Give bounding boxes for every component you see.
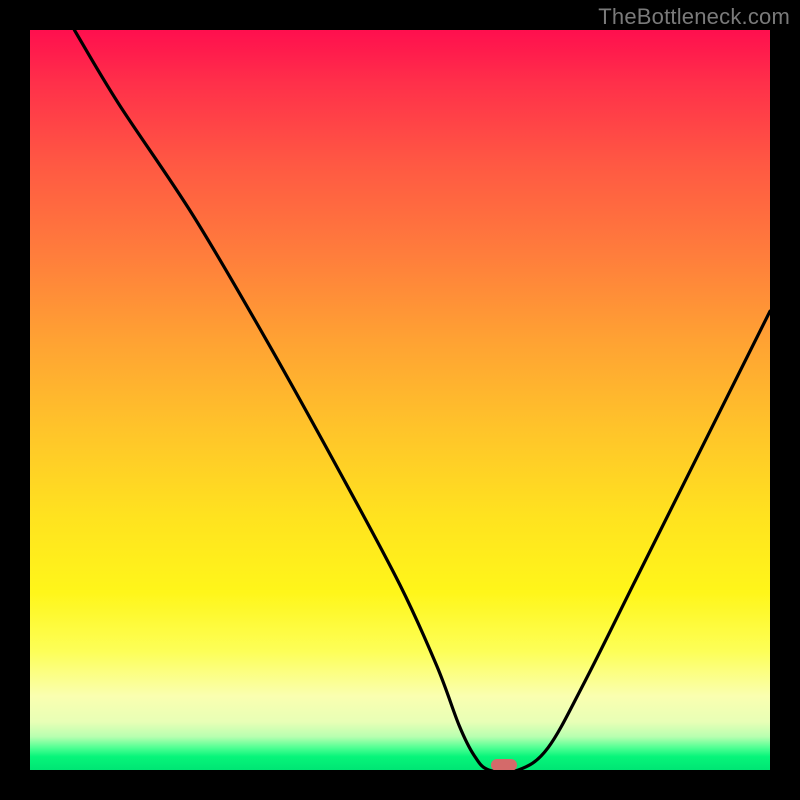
plot-area <box>30 30 770 770</box>
chart-frame: TheBottleneck.com <box>0 0 800 800</box>
curve-svg <box>30 30 770 770</box>
watermark-text: TheBottleneck.com <box>598 4 790 30</box>
bottleneck-curve <box>74 30 770 770</box>
optimal-point-marker <box>491 759 517 770</box>
